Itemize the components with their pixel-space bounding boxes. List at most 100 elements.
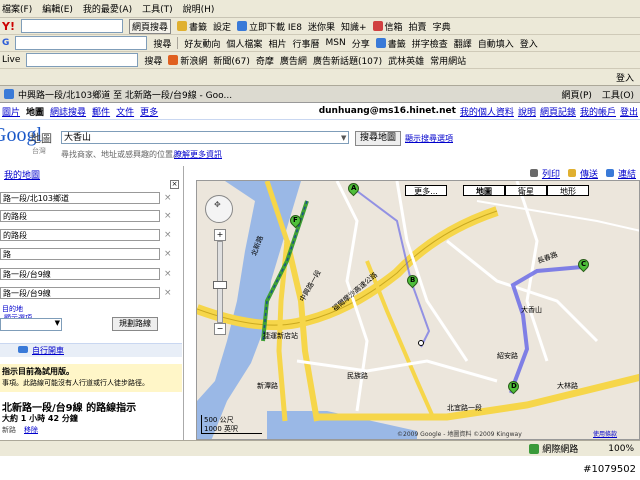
toolbar2-profile[interactable]: 個人檔案 [226, 37, 262, 50]
toolbar3-favorites[interactable]: 常用網站 [430, 54, 466, 67]
gtop-more[interactable]: 更多 [140, 105, 158, 118]
toolbar1-mail[interactable]: 信箱 [372, 20, 403, 33]
toolbar3-ad[interactable]: 廣告網 [280, 54, 307, 67]
tab-title[interactable]: 中興路一段/北103鄉道 至 北新路一段/台9線 - Goo... [18, 88, 398, 101]
map-label-dalin: 大林路 [557, 382, 578, 390]
toolbar3-yahoo[interactable]: 奇摩 [256, 54, 274, 67]
waypoint-field[interactable]: 路一段/北103鄉道 [0, 192, 160, 204]
gtop-logout[interactable]: 登出 [620, 105, 638, 118]
driving-mode-link[interactable]: 自行開車 [32, 345, 64, 356]
send-link[interactable]: 傳送 [580, 167, 598, 180]
tools-menu[interactable]: 工具(O) [602, 88, 634, 101]
toolbar2-login[interactable]: 登入 [520, 37, 538, 50]
gtop-blogs[interactable]: 網誌搜尋 [50, 105, 86, 118]
zoom-slider-handle[interactable] [213, 281, 227, 289]
toolbar3-game[interactable]: 武林英雄 [388, 54, 424, 67]
directions-sidebar: 我的地圖 × 路一段/北103鄉道 × 的路段 × 的路段 × 路 × 路一段/… [0, 166, 184, 440]
remove-waypoint-icon[interactable]: × [164, 211, 172, 221]
toolbar2-friends[interactable]: 好友動向 [184, 37, 220, 50]
toolbar1-auction[interactable]: 拍賣 [409, 20, 427, 33]
toolbar1-dictionary[interactable]: 字典 [433, 20, 451, 33]
toolbar2-bookmarks[interactable]: 書籤 [375, 37, 406, 50]
toolbar1-knowledge[interactable]: 知識+ [341, 20, 367, 33]
live-login[interactable]: 登入 [616, 71, 634, 84]
yahoo-toolbar: Y! 網頁搜尋 書籤 設定 立即下載 IE8 迷你果 知識+ 信箱 拍賣 字典 [0, 18, 640, 35]
remove-waypoint-icon[interactable]: × [164, 288, 172, 298]
route-via: 新路 [2, 426, 16, 434]
toolbar-separator [177, 37, 179, 49]
toolbar2-calendar[interactable]: 行事曆 [292, 37, 319, 50]
remove-waypoint-icon[interactable]: × [164, 269, 172, 279]
toolbar3-sina[interactable]: 新浪網 [168, 54, 207, 67]
live-search-input[interactable] [26, 53, 139, 67]
get-directions-button[interactable]: 規劃路線 [112, 317, 158, 331]
zoom-out-button[interactable]: − [214, 323, 226, 335]
gtop-profile[interactable]: 我的個人資料 [460, 105, 514, 118]
remove-waypoint-icon[interactable]: × [164, 193, 172, 203]
search-dropdown-icon[interactable]: ▼ [341, 134, 346, 142]
map-type-more[interactable]: 更多... [405, 185, 447, 196]
show-search-options-link[interactable]: 顯示搜尋選項 [405, 133, 453, 144]
print-link[interactable]: 列印 [542, 167, 560, 180]
toolbar2-autofill[interactable]: 自動填入 [478, 37, 514, 50]
yahoo-search-input[interactable] [20, 19, 123, 33]
learn-more-link[interactable]: 瞭解更多資訊 [174, 149, 222, 160]
maps-product-label: 地圖 [30, 132, 52, 145]
gtop-history[interactable]: 網頁記錄 [540, 105, 576, 118]
yahoo-search-button[interactable]: 網頁搜尋 [128, 18, 171, 34]
travel-select[interactable]: ▼ [0, 318, 62, 331]
zoom-in-button[interactable]: + [214, 229, 226, 241]
toolbar2-translate[interactable]: 翻譯 [454, 37, 472, 50]
waypoint-field[interactable]: 的路段 [0, 210, 160, 222]
toolbar3-adtopic[interactable]: 廣告新話題(107) [313, 54, 382, 67]
star-icon [375, 38, 386, 48]
toolbar2-share[interactable]: 分享 [352, 37, 370, 50]
google-toolbar-input[interactable] [15, 36, 148, 50]
toolbar1-bookmark[interactable]: 書籤 [177, 20, 207, 33]
map-type-terrain[interactable]: 地形 [547, 185, 589, 196]
gtop-maps[interactable]: 地圖 [26, 105, 44, 118]
menu-edit[interactable]: 編輯(E) [42, 2, 73, 15]
toolbar3-news[interactable]: 新聞(67) [213, 54, 249, 67]
maps-search-input[interactable]: 大香山 [61, 131, 349, 144]
gtop-docs[interactable]: 文件 [116, 105, 134, 118]
my-maps-link[interactable]: 我的地圖 [4, 168, 40, 181]
gtop-help[interactable]: 說明 [518, 105, 536, 118]
home-menu[interactable]: 網頁(P) [561, 88, 591, 101]
remove-waypoint-icon[interactable]: × [164, 249, 172, 259]
toolbar1-mini[interactable]: 迷你果 [308, 20, 335, 33]
map-type-satellite[interactable]: 衛星 [505, 185, 547, 196]
remove-route-link[interactable]: 移除 [24, 425, 38, 435]
menu-tools[interactable]: 工具(T) [142, 2, 173, 15]
menu-help[interactable]: 說明(H) [183, 2, 215, 15]
toolbar1-ie8[interactable]: 立即下載 IE8 [237, 20, 302, 33]
toolbar2-msn[interactable]: MSN [325, 38, 345, 48]
collapse-panel-button[interactable]: × [170, 180, 179, 189]
gtop-account[interactable]: 我的帳戶 [580, 105, 616, 118]
waypoint-field[interactable]: 路一段/台9線 [0, 268, 160, 280]
toolbar2-spellcheck[interactable]: 拼字檢查 [412, 37, 448, 50]
live-search-button[interactable]: 搜尋 [144, 54, 162, 67]
toolbar2-photos[interactable]: 相片 [268, 37, 286, 50]
map-area[interactable]: 更多... 地圖 衛星 地形 ✥ + − A B C D F 捷運新店站 長春路… [196, 180, 640, 440]
toolbar2-search[interactable]: 搜尋 [153, 37, 171, 50]
pan-control[interactable]: ✥ [205, 195, 233, 223]
waypoint-field[interactable]: 的路段 [0, 229, 160, 241]
menu-favorites[interactable]: 我的最愛(A) [83, 2, 132, 15]
map-type-map[interactable]: 地圖 [463, 185, 505, 196]
gtop-images[interactable]: 圖片 [2, 105, 20, 118]
user-email: dunhuang@ms16.hinet.net [318, 106, 456, 116]
waypoint-field[interactable]: 路一段/台9線 [0, 287, 160, 299]
remove-waypoint-icon[interactable]: × [164, 230, 172, 240]
menu-file[interactable]: 檔案(F) [2, 2, 32, 15]
gtop-mail[interactable]: 郵件 [92, 105, 110, 118]
link-link[interactable]: 連結 [618, 167, 636, 180]
toolbar1-settings[interactable]: 設定 [213, 20, 231, 33]
mail-icon [372, 21, 383, 31]
status-zoom[interactable]: 100% [608, 444, 634, 454]
search-maps-button[interactable]: 搜尋地圖 [355, 131, 402, 146]
yahoo-logo[interactable]: Y! [2, 20, 15, 33]
waypoint-field[interactable]: 路 [0, 248, 160, 260]
scale-bar: 500 公尺 1000 英呎 [201, 415, 262, 434]
terms-link[interactable]: 使用條款 [593, 429, 617, 438]
